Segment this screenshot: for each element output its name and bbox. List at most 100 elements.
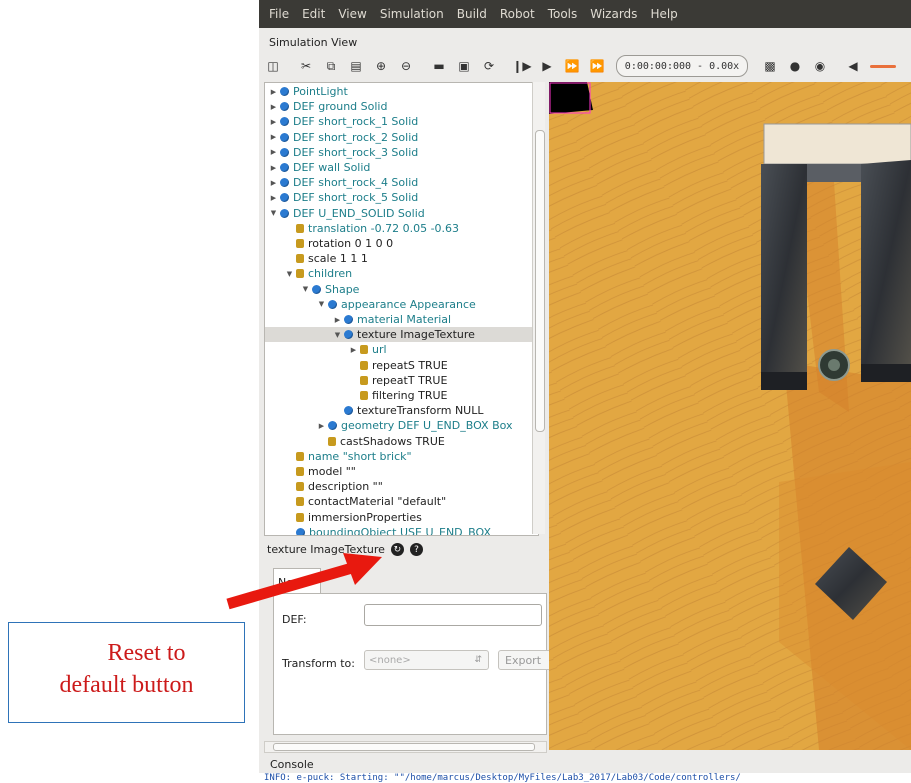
reload-world-icon[interactable]: ⟳ bbox=[478, 55, 500, 77]
help-icon[interactable]: ? bbox=[409, 543, 423, 556]
scene-tree-item[interactable]: immersionProperties bbox=[265, 510, 538, 525]
scene-tree-item[interactable]: ▶ DEF short_rock_4 Solid bbox=[265, 175, 538, 190]
add-node-icon[interactable]: ⊕ bbox=[370, 55, 392, 77]
expand-arrow-icon[interactable]: ▶ bbox=[269, 88, 278, 96]
play-icon[interactable]: ▶ bbox=[536, 55, 558, 77]
volume-icon[interactable]: ◀ bbox=[842, 55, 864, 77]
scene-tree-item-label: geometry DEF U_END_BOX Box bbox=[341, 419, 513, 433]
scene-tree-item[interactable]: ▶ DEF wall Solid bbox=[265, 160, 538, 175]
scene-tree-item[interactable]: ▶ DEF short_rock_2 Solid bbox=[265, 130, 538, 145]
expand-arrow-icon[interactable]: ▶ bbox=[269, 118, 278, 126]
scene-tree-item[interactable]: translation -0.72 0.05 -0.63 bbox=[265, 221, 538, 236]
menu-help[interactable]: Help bbox=[650, 7, 677, 21]
menu-simulation[interactable]: Simulation bbox=[380, 7, 444, 21]
scene-tree-item[interactable]: castShadows TRUE bbox=[265, 434, 538, 449]
field-icon bbox=[360, 345, 368, 355]
scene-tree-item[interactable]: ▼ Shape bbox=[265, 282, 538, 297]
node-icon bbox=[344, 406, 353, 416]
field-icon bbox=[328, 436, 336, 446]
node-icon bbox=[344, 330, 353, 340]
collapse-arrow-icon[interactable]: ▼ bbox=[301, 285, 310, 293]
expand-arrow-icon[interactable]: ▶ bbox=[269, 103, 278, 111]
scene-tree-item[interactable]: ▼ children bbox=[265, 266, 538, 281]
copy-icon[interactable]: ⧉ bbox=[320, 55, 342, 77]
scene-tree-item[interactable]: repeatS TRUE bbox=[265, 358, 538, 373]
scene-tree-scrollbar[interactable] bbox=[532, 82, 545, 534]
scene-tree-item[interactable]: description "" bbox=[265, 479, 538, 494]
menu-view[interactable]: View bbox=[338, 7, 366, 21]
expand-arrow-icon[interactable]: ▶ bbox=[269, 164, 278, 172]
3d-scene[interactable] bbox=[549, 82, 911, 750]
scene-tree-item[interactable]: scale 1 1 1 bbox=[265, 251, 538, 266]
menu-build[interactable]: Build bbox=[457, 7, 487, 21]
scene-tree-item[interactable]: model "" bbox=[265, 464, 538, 479]
scene-tree-item-label: url bbox=[372, 343, 387, 357]
expand-arrow-icon[interactable]: ▶ bbox=[349, 346, 358, 354]
video-record-icon[interactable]: ▩ bbox=[759, 55, 781, 77]
scene-tree-item[interactable]: ▶ material Material bbox=[265, 312, 538, 327]
scene-tree-item[interactable]: filtering TRUE bbox=[265, 388, 538, 403]
scene-tree-item-label: repeatS TRUE bbox=[372, 358, 448, 372]
scene-tree-item[interactable]: contactMaterial "default" bbox=[265, 494, 538, 509]
scene-tree-item-label: PointLight bbox=[293, 85, 348, 98]
expand-arrow-icon[interactable]: ▶ bbox=[269, 179, 278, 187]
scene-tree-scroll-thumb[interactable] bbox=[535, 130, 545, 432]
scene-tree-item[interactable]: ▼ texture ImageTexture bbox=[265, 327, 538, 343]
scene-tree-item[interactable]: ▶ url bbox=[265, 342, 538, 357]
collapse-arrow-icon[interactable]: ▼ bbox=[317, 300, 326, 308]
scene-tree-item[interactable]: repeatT TRUE bbox=[265, 373, 538, 388]
scene-tree-item-label: rotation 0 1 0 0 bbox=[308, 237, 394, 250]
expand-arrow-icon[interactable]: ▶ bbox=[333, 316, 342, 324]
scene-tree-item[interactable]: boundingObject USE U_END_BOX bbox=[265, 525, 538, 535]
menu-edit[interactable]: Edit bbox=[302, 7, 325, 21]
field-icon bbox=[360, 391, 368, 400]
scene-tree-item[interactable]: ▼ appearance Appearance bbox=[265, 297, 538, 312]
save-world-icon[interactable]: ▣ bbox=[453, 55, 475, 77]
scene-tree-item-label: DEF short_rock_2 Solid bbox=[293, 130, 419, 144]
remove-node-icon[interactable]: ⊖ bbox=[395, 55, 417, 77]
cut-icon[interactable]: ✂ bbox=[295, 55, 317, 77]
record-icon[interactable]: ● bbox=[784, 55, 806, 77]
menu-robot[interactable]: Robot bbox=[500, 7, 535, 21]
tree-horizontal-scrollbar[interactable] bbox=[264, 741, 547, 753]
screenshot-icon[interactable]: ◉ bbox=[809, 55, 831, 77]
step-icon[interactable]: ❙▶ bbox=[511, 55, 533, 77]
def-input[interactable] bbox=[364, 604, 542, 626]
expand-arrow-icon[interactable]: ▶ bbox=[317, 422, 326, 430]
scene-tree-item[interactable]: ▼ DEF U_END_SOLID Solid bbox=[265, 206, 538, 221]
expand-arrow-icon[interactable]: ▶ bbox=[269, 133, 278, 141]
scene-tree-item[interactable]: ▶ DEF short_rock_5 Solid bbox=[265, 190, 538, 205]
volume-slider[interactable] bbox=[870, 64, 896, 68]
annotation-line-2: default button bbox=[59, 672, 194, 698]
scene-tree-item[interactable]: ▶ DEF ground Solid bbox=[265, 99, 538, 114]
horizontal-scroll-thumb[interactable] bbox=[273, 743, 535, 751]
expand-arrow-icon[interactable]: ▶ bbox=[269, 148, 278, 156]
menu-tools[interactable]: Tools bbox=[548, 7, 578, 21]
scene-tree-item-label: children bbox=[308, 267, 353, 281]
paste-icon[interactable]: ▤ bbox=[345, 55, 367, 77]
transform-select[interactable]: <none> ⇵ bbox=[364, 650, 489, 670]
open-world-icon[interactable]: ▬ bbox=[428, 55, 450, 77]
collapse-arrow-icon[interactable]: ▼ bbox=[269, 209, 278, 217]
menu-wizards[interactable]: Wizards bbox=[590, 7, 637, 21]
toggle-scene-tree-icon[interactable]: ◫ bbox=[262, 55, 284, 77]
toolbar: ◫ ✂ ⧉ ▤ ⊕ ⊖ ▬ ▣ ⟳ ❙▶ ▶ ⏩ ⏩ 0:00:00:000 -… bbox=[259, 52, 911, 80]
fastest-icon[interactable]: ⏩ bbox=[586, 55, 608, 77]
scene-tree-item-label: description "" bbox=[308, 480, 383, 494]
menu-file[interactable]: File bbox=[269, 7, 289, 21]
collapse-arrow-icon[interactable]: ▼ bbox=[333, 331, 342, 339]
scene-tree-item[interactable]: rotation 0 1 0 0 bbox=[265, 236, 538, 251]
tab-node[interactable]: Node bbox=[273, 568, 321, 595]
fast-forward-icon[interactable]: ⏩ bbox=[561, 55, 583, 77]
scene-tree-item[interactable]: ▶ PointLight bbox=[265, 84, 538, 99]
scene-tree-item[interactable]: ▶ DEF short_rock_3 Solid bbox=[265, 145, 538, 160]
expand-arrow-icon[interactable]: ▶ bbox=[269, 194, 278, 202]
scene-tree-item[interactable]: ▶ geometry DEF U_END_BOX Box bbox=[265, 418, 538, 433]
field-icon bbox=[296, 482, 304, 492]
scene-tree-item[interactable]: ▶ DEF short_rock_1 Solid bbox=[265, 114, 538, 129]
reset-to-default-icon[interactable]: ↻ bbox=[390, 543, 404, 556]
collapse-arrow-icon[interactable]: ▼ bbox=[285, 270, 294, 278]
scene-tree-item[interactable]: textureTransform NULL bbox=[265, 403, 538, 418]
scene-tree-item[interactable]: name "short brick" bbox=[265, 449, 538, 464]
3d-viewport[interactable] bbox=[549, 82, 911, 750]
